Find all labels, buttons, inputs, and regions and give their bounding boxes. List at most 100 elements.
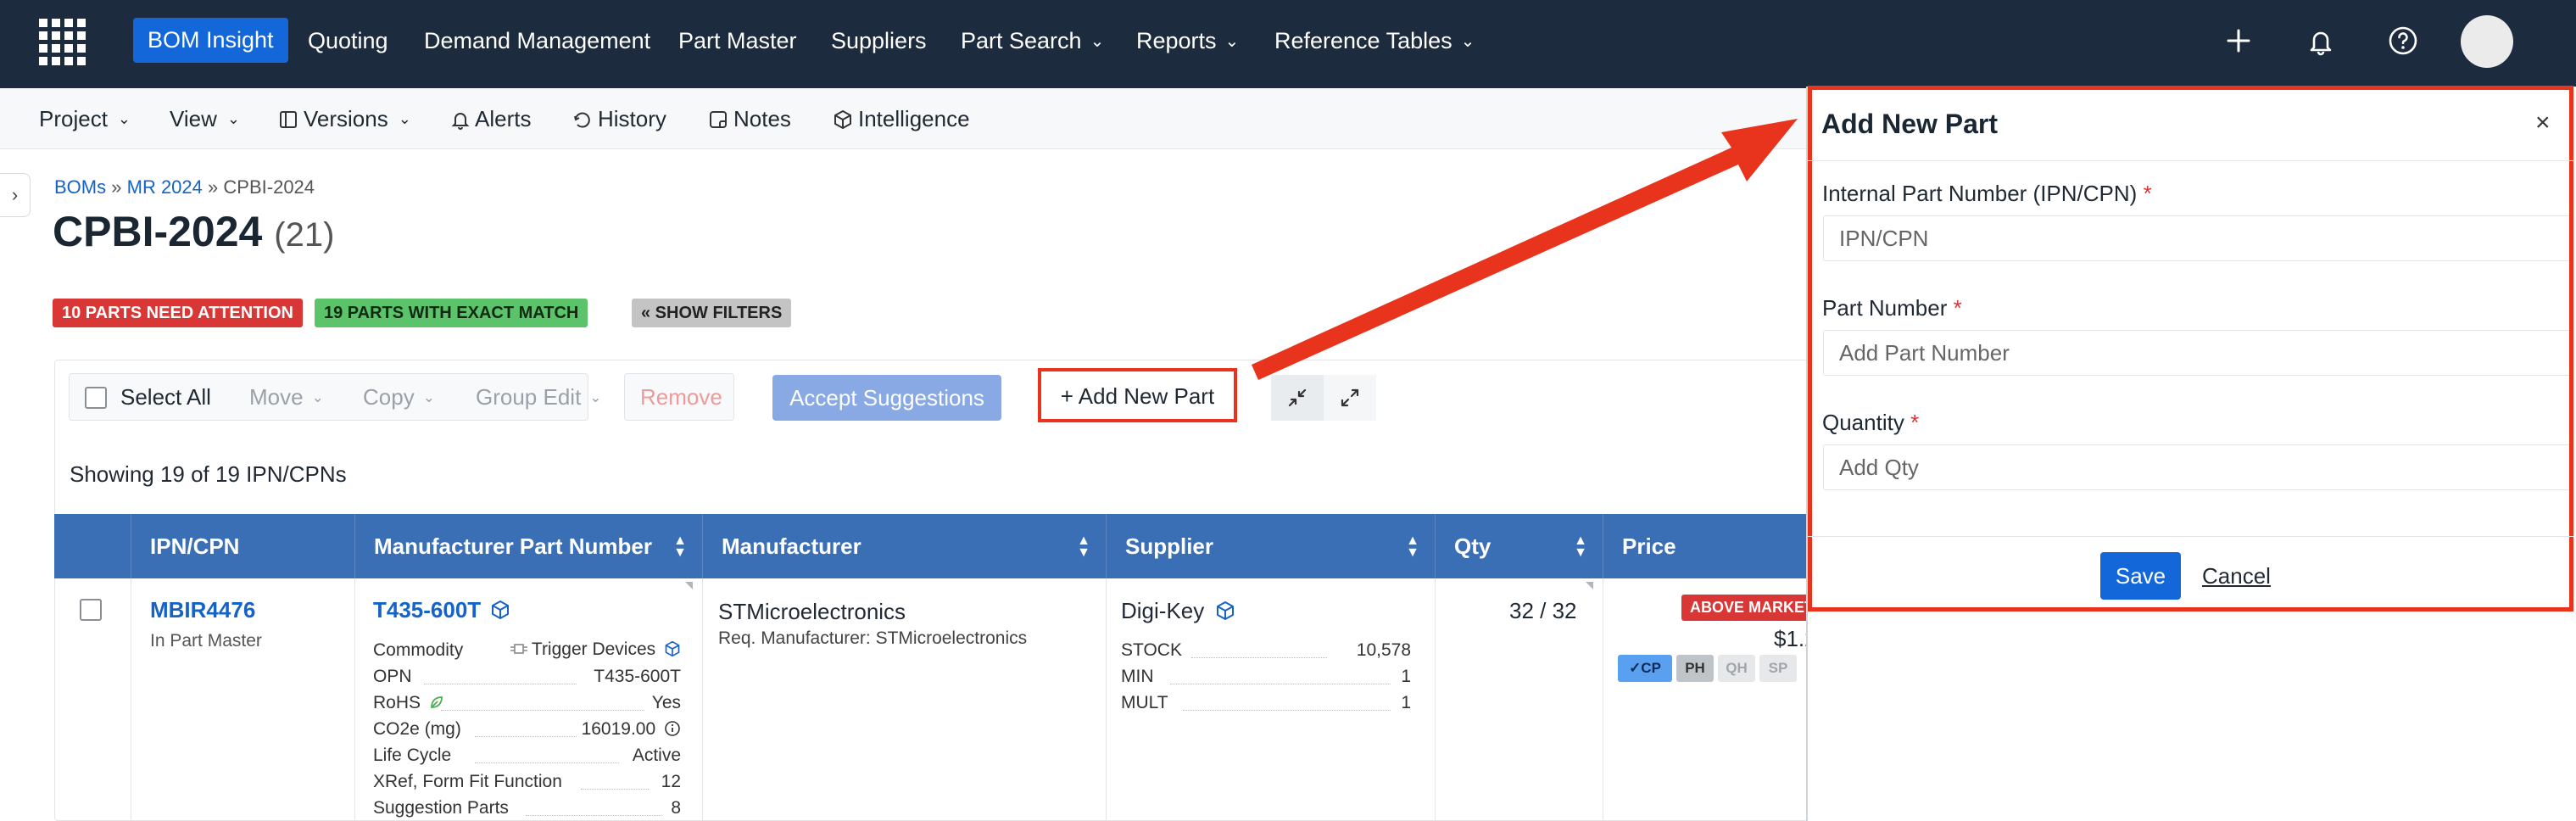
above-market-badge: ABOVE MARKET [1681, 595, 1823, 621]
help-icon[interactable] [2386, 24, 2420, 58]
cell-corner-indicator [685, 582, 693, 589]
chevron-down-icon: ⌄ [589, 389, 602, 405]
sidebar-toggle-button[interactable]: › [0, 173, 31, 217]
expand-icon [1341, 388, 1359, 407]
detail-label: RoHS [373, 693, 444, 713]
remove-button[interactable]: Remove [640, 374, 722, 420]
info-icon[interactable] [664, 720, 681, 737]
header-mpn[interactable]: Manufacturer Part Number ▲ ▼ [354, 514, 702, 578]
price-tag-qh[interactable]: QH [1718, 655, 1755, 682]
sort-icon[interactable]: ▲ ▼ [673, 514, 687, 560]
show-filters-button[interactable]: « SHOW FILTERS [632, 299, 792, 327]
nav-quoting[interactable]: Quoting [308, 0, 388, 81]
copy-label: Copy [363, 384, 415, 410]
manufacturer-name: STMicroelectronics [718, 599, 906, 624]
commodity-value[interactable]: Trigger Devices [496, 639, 681, 660]
move-dropdown[interactable]: Move ⌄ [249, 374, 324, 420]
header-supplier[interactable]: Supplier ▲ ▼ [1106, 514, 1435, 578]
bom-table-panel [54, 360, 1809, 821]
checkbox[interactable] [85, 387, 107, 409]
history-menu[interactable]: History [572, 88, 666, 149]
cube-icon[interactable] [490, 600, 510, 620]
row-checkbox[interactable] [80, 599, 102, 621]
nav-bom-insight[interactable]: BOM Insight [133, 18, 288, 63]
menu-label: Project [39, 106, 108, 131]
header-label: IPN/CPN [150, 533, 240, 559]
collapse-button[interactable] [1271, 375, 1324, 421]
app-logo-grid-icon[interactable] [37, 17, 88, 68]
accept-suggestions-button[interactable]: Accept Suggestions [772, 375, 1001, 421]
view-menu[interactable]: View ⌄ [170, 88, 240, 149]
nav-demand-management[interactable]: Demand Management [424, 0, 650, 81]
detail-value[interactable]: 12 [511, 772, 681, 792]
panel-divider [1808, 160, 2573, 161]
alerts-menu[interactable]: Alerts [451, 88, 531, 149]
versions-menu[interactable]: Versions ⌄ [278, 88, 411, 149]
collapse-icon [1288, 388, 1307, 407]
nav-label: Reference Tables [1274, 28, 1452, 53]
price-tag-cp[interactable]: ✓CP [1618, 655, 1672, 682]
attention-badge[interactable]: 10 PARTS NEED ATTENTION [53, 299, 303, 327]
supplier-detail-value: 1 [1401, 693, 1411, 712]
group-edit-dropdown[interactable]: Group Edit ⌄ [476, 374, 602, 420]
qty-value[interactable]: 32 / 32 [1509, 598, 1577, 624]
save-button[interactable]: Save [2100, 552, 2181, 600]
price-tag-ph[interactable]: PH [1676, 655, 1714, 682]
cube-icon [665, 640, 680, 657]
bell-icon[interactable] [2304, 24, 2338, 58]
detail-value: Active [632, 746, 681, 765]
sort-icon[interactable]: ▲ ▼ [1406, 514, 1419, 560]
select-all-checkbox[interactable]: Select All [85, 374, 211, 420]
nav-part-search[interactable]: Part Search ⌄ [961, 0, 1104, 81]
detail-value[interactable]: 8 [511, 798, 681, 818]
supplier-detail-label: STOCK [1121, 640, 1182, 660]
chevron-down-icon: ⌄ [1224, 32, 1240, 51]
copy-dropdown[interactable]: Copy ⌄ [363, 374, 435, 420]
column-divider [1106, 578, 1107, 821]
breadcrumb-link-project[interactable]: MR 2024 [127, 176, 203, 198]
cancel-link[interactable]: Cancel [2202, 563, 2271, 589]
avatar[interactable] [2461, 15, 2513, 68]
required-manufacturer: Req. Manufacturer: STMicroelectronics [718, 628, 1028, 648]
intelligence-menu[interactable]: Intelligence [833, 88, 970, 149]
supplier-name[interactable]: Digi-Key [1121, 598, 1235, 624]
header-manufacturer[interactable]: Manufacturer ▲ ▼ [702, 514, 1106, 578]
project-menu[interactable]: Project ⌄ [39, 88, 131, 149]
header-qty[interactable]: Qty ▲ ▼ [1435, 514, 1603, 578]
commodity-text: Trigger Devices [531, 639, 656, 659]
supplier-detail-value: 1 [1401, 667, 1411, 686]
group-edit-label: Group Edit [476, 384, 582, 410]
nav-part-master[interactable]: Part Master [678, 0, 797, 81]
detail-label: OPN [373, 667, 412, 686]
detail-value: Yes [651, 693, 681, 712]
price-tag-sp[interactable]: SP [1759, 655, 1797, 682]
header-ipn[interactable]: IPN/CPN [131, 514, 354, 578]
plus-icon[interactable] [2222, 24, 2255, 58]
mpn-link[interactable]: T435-600T [373, 597, 510, 623]
part-number-input[interactable] [1823, 330, 2569, 376]
sort-icon[interactable]: ▲ ▼ [1574, 514, 1587, 560]
add-new-part-button[interactable]: + Add New Part [1038, 368, 1237, 422]
page-title-text: CPBI-2024 [53, 208, 263, 255]
ipn-link[interactable]: MBIR4476 [150, 597, 255, 623]
column-divider [354, 578, 355, 821]
cube-icon[interactable] [1215, 600, 1235, 621]
close-icon[interactable]: × [2535, 109, 2551, 137]
breadcrumb-link-boms[interactable]: BOMs [54, 176, 106, 198]
bell-icon [451, 113, 470, 130]
sort-icon[interactable]: ▲ ▼ [1077, 514, 1090, 560]
nav-suppliers[interactable]: Suppliers [831, 0, 927, 81]
nav-reports[interactable]: Reports ⌄ [1136, 0, 1239, 81]
bulk-actions-group: Select All Move ⌄ Copy ⌄ Group Edit ⌄ [69, 373, 602, 421]
quantity-input[interactable] [1823, 444, 2569, 490]
ipn-input[interactable] [1823, 215, 2569, 261]
remove-group: Remove [624, 373, 734, 421]
notes-menu[interactable]: Notes [708, 88, 791, 149]
panel-divider [1808, 536, 2573, 537]
detail-label: Suggestion Parts [373, 798, 509, 818]
expand-button[interactable] [1324, 375, 1376, 421]
nav-reference-tables[interactable]: Reference Tables ⌄ [1274, 0, 1475, 81]
panel-title: Add New Part [1821, 109, 1999, 139]
exact-match-badge[interactable]: 19 PARTS WITH EXACT MATCH [315, 299, 588, 327]
header-price[interactable]: Price [1603, 514, 1809, 578]
